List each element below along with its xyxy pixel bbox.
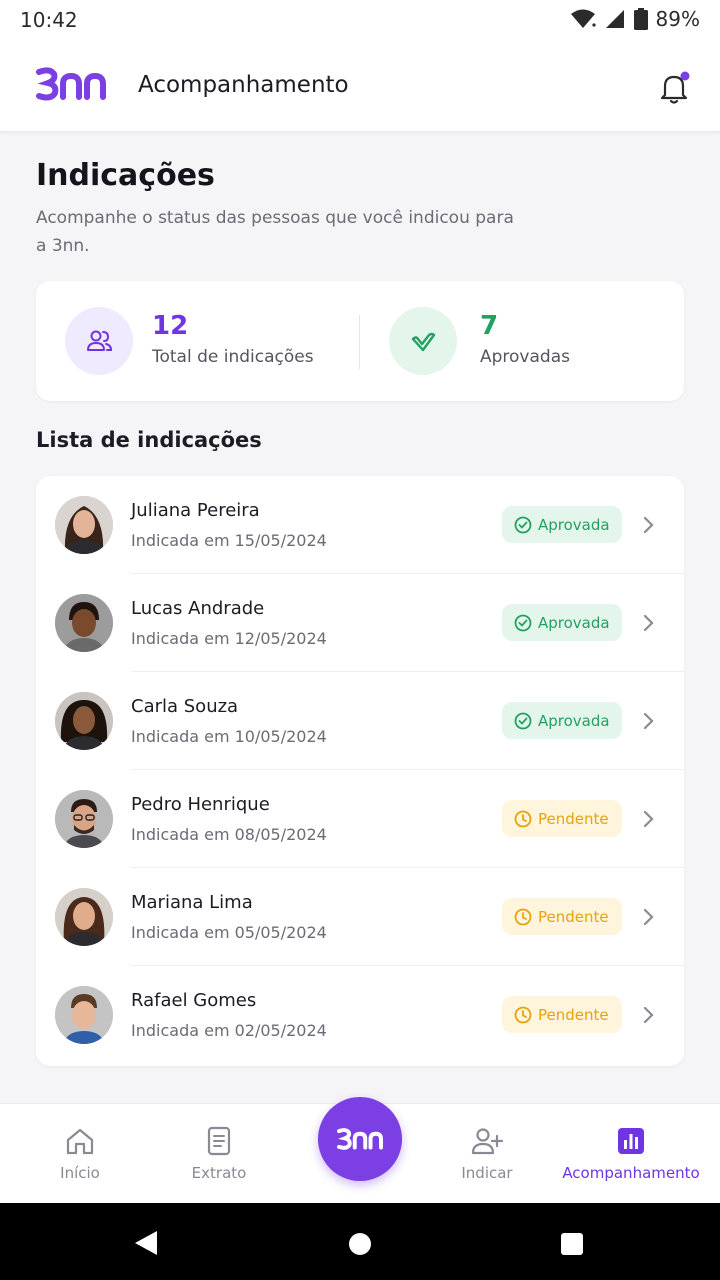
referral-name: Carla Souza (131, 696, 239, 717)
referral-name: Mariana Lima (131, 892, 253, 913)
total-referrals-label: Total de indicações (152, 347, 314, 367)
clock-icon (514, 1006, 532, 1023)
status-badge: Aprovada (502, 506, 622, 543)
notifications-button[interactable] (654, 68, 694, 108)
list-item[interactable]: Carla Souza Indicada em 10/05/2024 Aprov… (36, 672, 684, 770)
referral-name: Juliana Pereira (131, 500, 260, 521)
status-text: Pendente (538, 809, 609, 828)
status-icons: 89% (570, 7, 700, 31)
list-item[interactable]: Pedro Henrique Indicada em 08/05/2024 Pe… (36, 770, 684, 868)
referral-list: Juliana Pereira Indicada em 15/05/2024 A… (36, 476, 684, 1066)
check-circle-icon (514, 712, 532, 729)
nav-item-indicar[interactable]: Indicar (417, 1126, 557, 1182)
app-bar-title: Acompanhamento (138, 72, 349, 98)
nav-label: Início (60, 1164, 100, 1182)
approved-label: Aprovadas (480, 347, 570, 367)
wifi-icon (570, 9, 596, 28)
status-badge: Aprovada (502, 702, 622, 739)
chart-icon (618, 1128, 644, 1154)
nav-center-button[interactable] (318, 1097, 402, 1181)
status-badge: Aprovada (502, 604, 622, 641)
referral-date: Indicada em 12/05/2024 (131, 629, 327, 648)
avatar (55, 692, 113, 750)
page-title: Indicações (36, 158, 215, 193)
battery-level: 89% (655, 7, 700, 31)
nav-item-extrato[interactable]: Extrato (149, 1126, 289, 1182)
battery-icon (633, 8, 648, 30)
nav-label: Indicar (461, 1164, 513, 1182)
status-text: Aprovada (538, 711, 610, 730)
check-circle-icon (514, 516, 532, 533)
avatar (55, 496, 113, 554)
referral-date: Indicada em 15/05/2024 (131, 531, 327, 550)
referral-date: Indicada em 08/05/2024 (131, 825, 327, 844)
status-badge: Pendente (502, 800, 622, 837)
nav-label: Extrato (191, 1164, 247, 1182)
document-icon (207, 1126, 231, 1156)
home-icon (66, 1128, 94, 1155)
chevron-right-icon (643, 908, 654, 926)
list-item[interactable]: Juliana Pereira Indicada em 15/05/2024 A… (36, 476, 684, 574)
bottom-nav: Início Extrato Indicar Acompanhamento (0, 1097, 720, 1203)
status-text: Aprovada (538, 515, 610, 534)
recents-icon[interactable] (560, 1232, 584, 1256)
avatar (55, 986, 113, 1044)
avatar (55, 594, 113, 652)
approved-check-icon (389, 307, 457, 375)
clock-icon (514, 810, 532, 827)
referral-name: Pedro Henrique (131, 794, 270, 815)
nav-item-acompanhamento[interactable]: Acompanhamento (556, 1126, 706, 1182)
total-referrals-value: 12 (152, 311, 189, 341)
brand-logo (337, 1128, 383, 1150)
referral-date: Indicada em 05/05/2024 (131, 923, 327, 942)
clock-icon (514, 908, 532, 925)
referral-date: Indicada em 02/05/2024 (131, 1021, 327, 1040)
list-title: Lista de indicações (36, 428, 262, 452)
referral-name: Lucas Andrade (131, 598, 265, 619)
approved-value: 7 (480, 311, 499, 341)
referral-date: Indicada em 10/05/2024 (131, 727, 327, 746)
avatar (55, 790, 113, 848)
chevron-right-icon (643, 712, 654, 730)
stats-card: 12 Total de indicações 7 Aprovadas (36, 281, 684, 401)
chevron-right-icon (643, 516, 654, 534)
back-icon[interactable] (133, 1229, 159, 1257)
nav-item-inicio[interactable]: Início (10, 1126, 150, 1182)
status-badge: Pendente (502, 898, 622, 935)
app-bar: Acompanhamento (0, 42, 720, 132)
chevron-right-icon (643, 1006, 654, 1024)
list-item[interactable]: Lucas Andrade Indicada em 12/05/2024 Apr… (36, 574, 684, 672)
check-circle-icon (514, 614, 532, 631)
referral-name: Rafael Gomes (131, 990, 257, 1011)
status-text: Aprovada (538, 613, 610, 632)
logo-mark (36, 67, 106, 101)
list-item[interactable]: Rafael Gomes Indicada em 02/05/2024 Pend… (36, 966, 684, 1064)
nav-label: Acompanhamento (562, 1164, 700, 1182)
users-icon (65, 307, 133, 375)
status-text: Pendente (538, 1005, 609, 1024)
signal-icon (605, 10, 624, 28)
page-subtitle: Acompanhe o status das pessoas que você … (36, 208, 514, 256)
brand-logo[interactable] (36, 66, 106, 106)
avatar (55, 888, 113, 946)
status-badge: Pendente (502, 996, 622, 1033)
list-item[interactable]: Mariana Lima Indicada em 05/05/2024 Pend… (36, 868, 684, 966)
bell-icon (660, 71, 690, 104)
system-nav-bar (0, 1203, 720, 1280)
chevron-right-icon (643, 810, 654, 828)
home-button-icon[interactable] (348, 1232, 372, 1256)
status-time: 10:42 (20, 8, 78, 32)
chevron-right-icon (643, 614, 654, 632)
status-bar: 10:42 89% (0, 0, 720, 42)
add-user-icon (471, 1128, 504, 1155)
stats-divider (359, 315, 360, 369)
status-text: Pendente (538, 907, 609, 926)
